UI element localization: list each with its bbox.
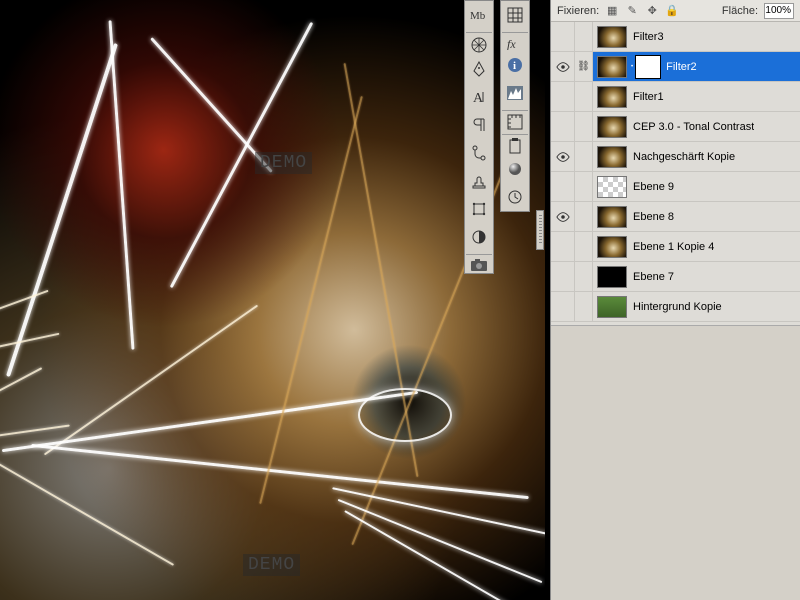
lock-label: Fixieren: [557, 5, 599, 17]
layer-visibility-toggle[interactable] [551, 232, 575, 261]
layer-thumbnail[interactable] [597, 236, 627, 258]
layer-row[interactable]: Ebene 7 [551, 262, 800, 292]
layer-visibility-toggle[interactable] [551, 142, 575, 171]
layers-panel-header: Fixieren: ▦ ✎ ✥ 🔒 Fläche: [551, 0, 800, 22]
tool-clock-icon[interactable] [502, 184, 528, 210]
panel-empty-area [551, 325, 800, 600]
layer-link-cell[interactable] [575, 22, 593, 51]
watermark: DEMO [255, 152, 312, 174]
layer-link-cell[interactable]: ⛓ [575, 52, 593, 81]
lock-move-icon[interactable]: ✥ [645, 4, 659, 18]
layer-thumbnail[interactable] [597, 146, 627, 168]
layer-name-label[interactable]: Ebene 9 [631, 181, 674, 193]
tool-ruler-icon[interactable] [502, 110, 528, 130]
layer-row[interactable]: Filter1 [551, 82, 800, 112]
layer-thumbnail[interactable] [597, 206, 627, 228]
tool-text-mb-icon[interactable]: Mb [466, 2, 492, 28]
tool-fx-icon[interactable]: fx [502, 32, 528, 50]
tool-vector-pen-icon[interactable] [466, 56, 492, 82]
layer-link-cell[interactable] [575, 142, 593, 171]
tool-compass-icon[interactable] [466, 32, 492, 54]
tool-stamp-icon[interactable] [466, 168, 492, 194]
layer-link-cell[interactable] [575, 232, 593, 261]
opacity-label: Fläche: [722, 5, 758, 17]
layer-link-cell[interactable] [575, 112, 593, 141]
layer-thumbnail[interactable] [597, 116, 627, 138]
layers-panel: Fixieren: ▦ ✎ ✥ 🔒 Fläche: Filter3⛓•Filte… [550, 0, 800, 600]
layer-visibility-toggle[interactable] [551, 292, 575, 321]
layer-visibility-toggle[interactable] [551, 52, 575, 81]
fill-opacity-input[interactable] [764, 3, 794, 19]
tool-sphere-icon[interactable] [502, 156, 528, 182]
lock-all-icon[interactable]: 🔒 [665, 4, 679, 18]
tool-histogram-icon[interactable] [502, 80, 528, 106]
layer-visibility-toggle[interactable] [551, 112, 575, 141]
tool-crop-icon[interactable] [466, 196, 492, 222]
layer-link-cell[interactable] [575, 202, 593, 231]
lock-brush-icon[interactable]: ✎ [625, 4, 639, 18]
layer-name-label[interactable]: Ebene 7 [631, 271, 674, 283]
layer-link-cell[interactable] [575, 172, 593, 201]
options-toolbar-a[interactable]: Mb A [464, 0, 494, 274]
panel-dock-grip[interactable] [536, 210, 544, 250]
svg-text:i: i [513, 60, 516, 72]
layer-thumbnail[interactable] [597, 26, 627, 48]
tool-paragraph-icon[interactable] [466, 112, 492, 138]
layer-thumbnail[interactable] [597, 56, 627, 78]
options-toolbar-b[interactable]: fx i [500, 0, 530, 212]
layer-row[interactable]: Nachgeschärft Kopie [551, 142, 800, 172]
tool-clipboard-icon[interactable] [502, 134, 528, 154]
tool-grid-icon[interactable] [502, 2, 528, 28]
layer-visibility-toggle[interactable] [551, 172, 575, 201]
tool-contrast-icon[interactable] [466, 224, 492, 250]
layer-row[interactable]: Ebene 8 [551, 202, 800, 232]
layer-visibility-toggle[interactable] [551, 202, 575, 231]
layer-row[interactable]: CEP 3.0 - Tonal Contrast [551, 112, 800, 142]
layer-visibility-toggle[interactable] [551, 22, 575, 51]
layer-name-label[interactable]: Ebene 1 Kopie 4 [631, 241, 714, 253]
layer-name-label[interactable]: Filter3 [631, 31, 664, 43]
layer-name-label[interactable]: Ebene 8 [631, 211, 674, 223]
layer-visibility-toggle[interactable] [551, 262, 575, 291]
layer-link-cell[interactable] [575, 262, 593, 291]
watermark: DEMO [243, 554, 300, 576]
layer-name-label[interactable]: Filter1 [631, 91, 664, 103]
svg-text:fx: fx [507, 37, 516, 50]
layers-list: Filter3 ⛓ • Filter2 Filter1 CEP 3.0 - Tonal C… [551, 22, 800, 322]
layer-thumbnail[interactable] [597, 296, 627, 318]
tool-info-icon[interactable]: i [502, 52, 528, 78]
layer-row[interactable]: Filter3 [551, 22, 800, 52]
layer-row[interactable]: Hintergrund Kopie [551, 292, 800, 322]
layer-name-label[interactable]: CEP 3.0 - Tonal Contrast [631, 121, 754, 133]
tool-camera-icon[interactable] [466, 254, 492, 272]
tool-text-a-icon[interactable]: A [466, 84, 492, 110]
mask-link-icon: • [631, 64, 633, 70]
layer-thumbnail[interactable] [597, 176, 627, 198]
layer-thumbnail[interactable] [597, 266, 627, 288]
tool-connector-icon[interactable] [466, 140, 492, 166]
layer-name-label[interactable]: Nachgeschärft Kopie [631, 151, 735, 163]
layer-row[interactable]: ⛓ • Filter2 [551, 52, 800, 82]
layer-mask-thumbnail[interactable] [636, 56, 660, 78]
layer-name-label[interactable]: Filter2 [664, 61, 697, 73]
layer-name-label[interactable]: Hintergrund Kopie [631, 301, 722, 313]
svg-text:Mb: Mb [470, 10, 486, 22]
layer-link-cell[interactable] [575, 292, 593, 321]
lock-pixels-icon[interactable]: ▦ [605, 4, 619, 18]
layer-visibility-toggle[interactable] [551, 82, 575, 111]
layer-row[interactable]: Ebene 1 Kopie 4 [551, 232, 800, 262]
layer-row[interactable]: Ebene 9 [551, 172, 800, 202]
layer-thumbnail[interactable] [597, 86, 627, 108]
layer-link-cell[interactable] [575, 82, 593, 111]
svg-text:A: A [473, 91, 484, 105]
